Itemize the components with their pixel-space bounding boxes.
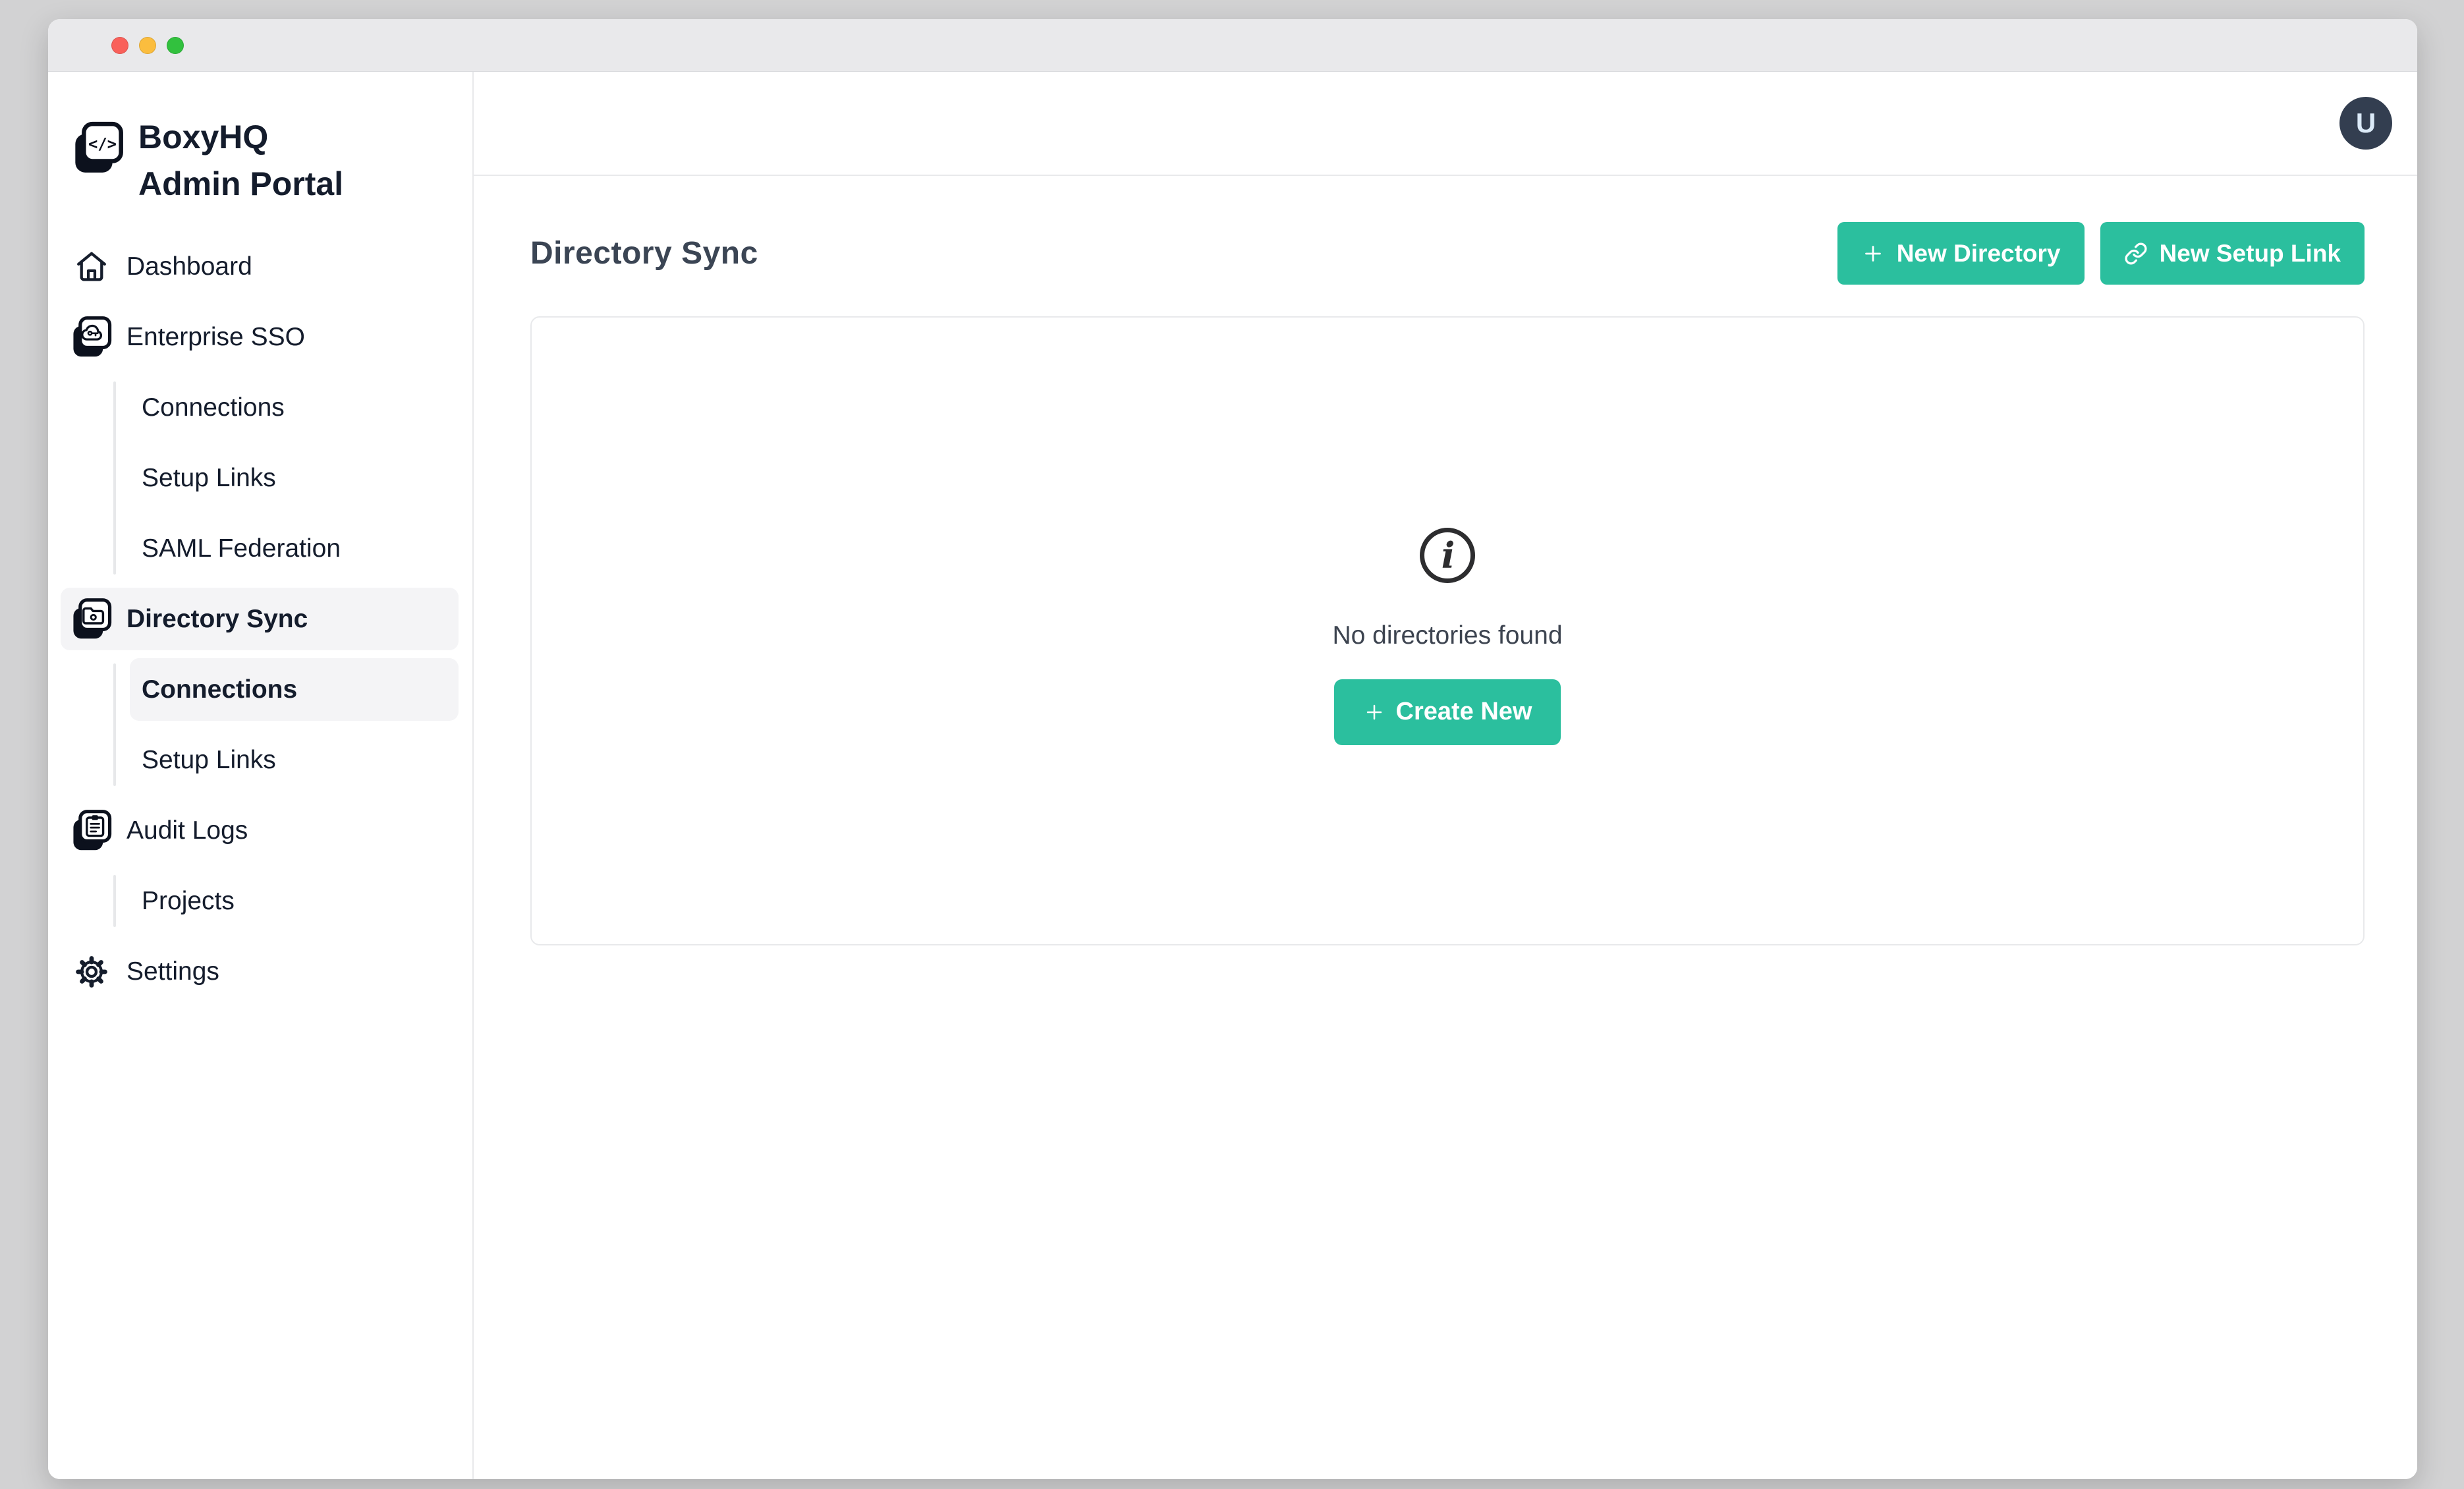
- minimize-button[interactable]: [139, 37, 156, 54]
- plus-icon: [1861, 242, 1885, 266]
- app-title: BoxyHQ Admin Portal: [138, 114, 376, 208]
- zoom-button[interactable]: [167, 37, 184, 54]
- page-header-row: Directory Sync New Directory: [530, 222, 2365, 285]
- page-content: Directory Sync New Directory: [474, 176, 2417, 945]
- empty-state-card: i No directories found Create New: [530, 316, 2365, 945]
- link-icon: [2124, 242, 2148, 266]
- gear-icon: [71, 954, 112, 990]
- sidebar-item-label: Projects: [142, 887, 235, 916]
- sidebar-subgroup-directory-sync: Connections Setup Links: [48, 658, 472, 791]
- top-header: U: [474, 72, 2417, 176]
- button-label: Create New: [1396, 698, 1532, 726]
- app-window: </> BoxyHQ Admin Portal Dashboard: [48, 19, 2417, 1479]
- sidebar-item-label: Dashboard: [126, 252, 252, 281]
- sidebar-item-sso-setup-links[interactable]: Setup Links: [130, 447, 459, 509]
- create-new-button[interactable]: Create New: [1334, 679, 1561, 745]
- plus-icon: [1363, 701, 1386, 723]
- new-directory-button[interactable]: New Directory: [1837, 222, 2085, 285]
- sidebar-item-label: Setup Links: [142, 746, 276, 775]
- clipboard-icon: [71, 809, 112, 853]
- sidebar-item-label: SAML Federation: [142, 534, 341, 563]
- sidebar-item-dsync-connections[interactable]: Connections: [130, 658, 459, 721]
- avatar[interactable]: U: [2339, 97, 2392, 150]
- sidebar-item-saml-federation[interactable]: SAML Federation: [130, 517, 459, 580]
- sidebar-item-label: Directory Sync: [126, 605, 308, 634]
- window-titlebar: [48, 19, 2417, 72]
- sidebar-item-label: Enterprise SSO: [126, 323, 305, 352]
- new-setup-link-button[interactable]: New Setup Link: [2100, 222, 2365, 285]
- close-button[interactable]: [111, 37, 128, 54]
- sidebar-item-settings[interactable]: Settings: [61, 940, 459, 1003]
- sidebar-nav: Dashboard Enterprise SSO: [48, 235, 472, 1003]
- sidebar: </> BoxyHQ Admin Portal Dashboard: [48, 72, 474, 1479]
- app-layout: </> BoxyHQ Admin Portal Dashboard: [48, 72, 2417, 1479]
- sidebar-item-dsync-setup-links[interactable]: Setup Links: [130, 729, 459, 791]
- home-icon: [71, 249, 112, 285]
- svg-text:</>: </>: [88, 135, 117, 154]
- page-actions: New Directory New Setup Link: [1837, 222, 2365, 285]
- sso-cloud-key-icon: [71, 316, 112, 359]
- button-label: New Setup Link: [2160, 240, 2341, 267]
- sidebar-item-directory-sync[interactable]: Directory Sync: [61, 588, 459, 650]
- sidebar-item-projects[interactable]: Projects: [130, 870, 459, 932]
- app-logo: </> BoxyHQ Admin Portal: [72, 114, 457, 208]
- sidebar-item-label: Settings: [126, 957, 219, 986]
- sidebar-item-label: Audit Logs: [126, 816, 248, 845]
- button-label: New Directory: [1897, 240, 2061, 267]
- sidebar-subgroup-audit-logs: Projects: [48, 870, 472, 932]
- sidebar-subgroup-sso: Connections Setup Links SAML Federation: [48, 376, 472, 580]
- svg-text:i: i: [1442, 534, 1455, 576]
- sidebar-item-enterprise-sso[interactable]: Enterprise SSO: [61, 306, 459, 368]
- info-icon: i: [1416, 524, 1479, 587]
- sidebar-item-sso-connections[interactable]: Connections: [130, 376, 459, 439]
- empty-state-message: No directories found: [1332, 621, 1562, 650]
- main-area: U Directory Sync New Directory: [474, 72, 2417, 1479]
- sidebar-item-label: Connections: [142, 393, 285, 422]
- sidebar-item-dashboard[interactable]: Dashboard: [61, 235, 459, 298]
- folder-sync-icon: [71, 598, 112, 641]
- page-title: Directory Sync: [530, 235, 758, 271]
- sidebar-item-audit-logs[interactable]: Audit Logs: [61, 799, 459, 862]
- avatar-initial: U: [2356, 107, 2376, 139]
- sidebar-item-label: Setup Links: [142, 464, 276, 493]
- sidebar-item-label: Connections: [142, 675, 297, 704]
- boxyhq-logo-icon: </>: [72, 121, 124, 208]
